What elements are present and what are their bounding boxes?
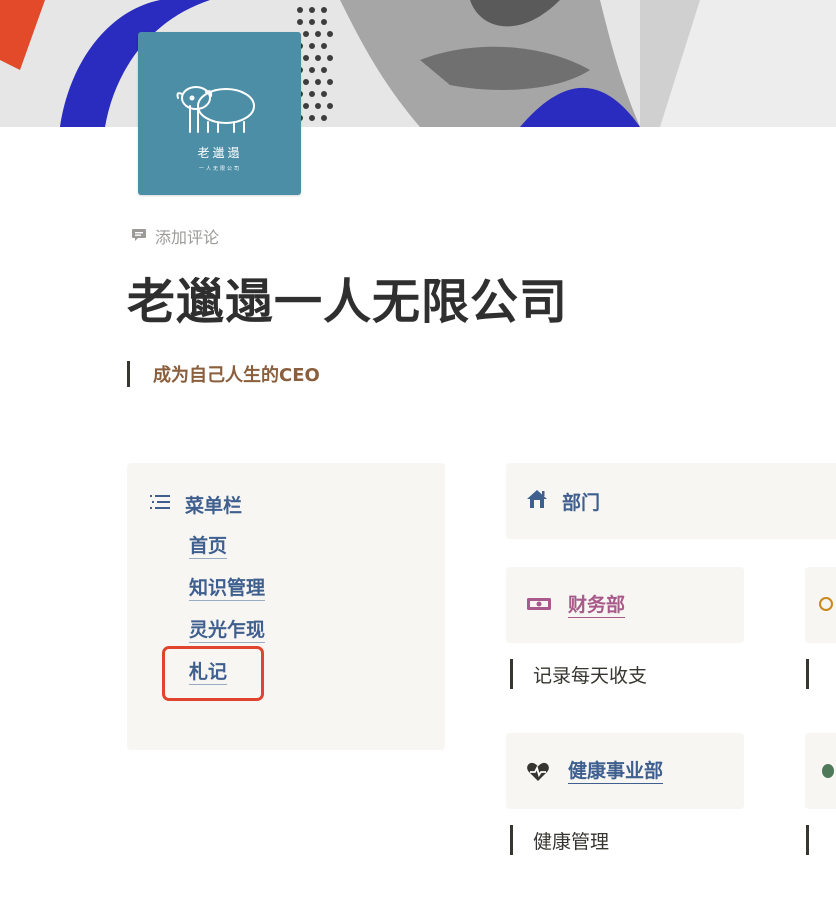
logo-brand-text: 老邋遢	[197, 146, 242, 160]
health-description: 健康管理	[510, 825, 609, 855]
leaf-icon	[821, 763, 835, 783]
quote-text: 成为自己人生的CEO	[153, 365, 320, 386]
menu-item-inspiration[interactable]: 灵光乍现	[189, 618, 266, 643]
sheep-logo-icon: 老邋遢 一人无限公司	[176, 86, 255, 172]
menu-heading-label: 菜单栏	[185, 495, 243, 517]
health-dept-link[interactable]: 健康事业部	[568, 760, 664, 784]
departments-heading: 部门	[526, 488, 600, 515]
peek-card-bottom[interactable]	[805, 733, 836, 809]
cover-artwork	[0, 0, 836, 127]
logo-sub-text: 一人无限公司	[199, 165, 241, 172]
house-icon	[526, 488, 548, 515]
add-comment-label: 添加评论	[155, 228, 220, 247]
add-comment-button[interactable]: 添加评论	[131, 225, 219, 247]
peek-desc-bottom	[806, 825, 809, 855]
flower-icon	[819, 595, 833, 617]
heart-pulse-icon	[526, 762, 550, 786]
health-card[interactable]: 健康事业部	[506, 733, 744, 809]
health-description-text: 健康管理	[533, 830, 610, 853]
peek-card-top[interactable]	[805, 567, 836, 643]
cover-image	[0, 0, 836, 127]
menu-item-home[interactable]: 首页	[189, 534, 228, 559]
money-icon	[526, 596, 552, 616]
finance-description: 记录每天收支	[510, 659, 647, 689]
page-icon-logo[interactable]: 老邋遢 一人无限公司	[138, 32, 301, 195]
menu-item-knowledge[interactable]: 知识管理	[189, 576, 266, 601]
finance-description-text: 记录每天收支	[533, 664, 648, 687]
departments-card: 部门	[506, 463, 836, 539]
comment-icon	[131, 227, 147, 246]
finance-card[interactable]: 财务部	[506, 567, 744, 643]
peek-desc-top	[806, 659, 809, 689]
highlight-box	[162, 646, 264, 701]
menu-card: 菜单栏 首页 知识管理 灵光乍现 札记	[127, 463, 445, 750]
departments-heading-label: 部门	[562, 492, 601, 514]
list-icon	[149, 493, 171, 516]
finance-dept-link[interactable]: 财务部	[568, 594, 626, 618]
page-quote[interactable]: 成为自己人生的CEO	[127, 361, 320, 387]
menu-heading: 菜单栏	[149, 491, 242, 518]
page-title[interactable]: 老邋遢一人无限公司	[127, 262, 568, 332]
